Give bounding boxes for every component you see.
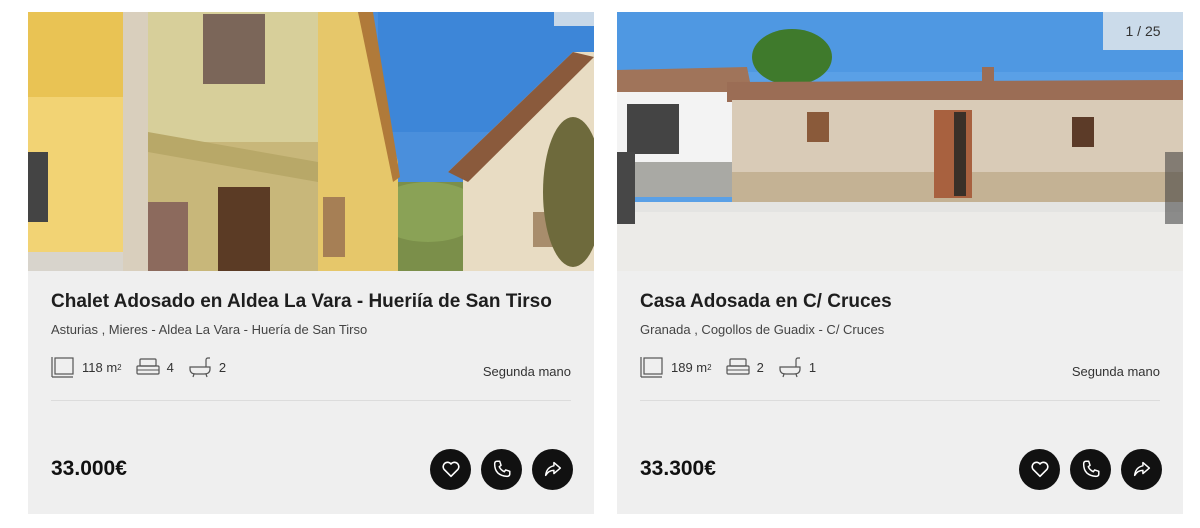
listing-actions	[1009, 448, 1162, 490]
divider	[640, 400, 1160, 401]
favorite-button[interactable]	[1019, 448, 1060, 490]
feature-area: 118 m2	[51, 356, 122, 378]
call-button[interactable]	[481, 448, 522, 490]
listing-photo[interactable]	[28, 12, 594, 271]
listing-condition: Segunda mano	[1071, 363, 1160, 379]
feature-bathrooms: 1	[778, 356, 816, 378]
area-icon	[640, 357, 663, 378]
bedrooms-value: 2	[756, 359, 764, 375]
share-icon	[1133, 461, 1150, 477]
bathrooms-value: 2	[218, 359, 227, 375]
listing-features: 189 m2 2 1 Segunda mano	[640, 354, 1160, 380]
listing-title[interactable]: Chalet Adosado en Aldea La Vara - Huerií…	[51, 291, 571, 313]
heart-icon	[441, 461, 460, 478]
listing-price: 33.000€	[51, 457, 127, 480]
listing-condition: Segunda mano	[482, 363, 571, 379]
photo-counter: 1 / 25	[1103, 12, 1183, 50]
feature-bathrooms: 2	[188, 356, 226, 378]
area-unit: 2	[117, 362, 122, 372]
feature-bedrooms: 2	[725, 356, 764, 378]
share-icon	[544, 461, 561, 477]
bath-icon	[189, 357, 211, 378]
bath-icon	[779, 357, 801, 378]
share-button[interactable]	[532, 448, 573, 490]
house-photo-chalet	[28, 12, 594, 271]
heart-icon	[1030, 461, 1049, 478]
house-photo-casa	[617, 12, 1183, 271]
listing-features: 118 m2 4 2 Segunda mano	[51, 354, 571, 380]
divider	[51, 400, 571, 401]
area-icon	[51, 357, 74, 378]
bed-icon	[136, 358, 160, 375]
listing-title[interactable]: Casa Adosada en C/ Cruces	[640, 291, 1160, 313]
call-button[interactable]	[1070, 448, 1111, 490]
listing-card-2[interactable]: 1 / 25 Casa Adosada en C/ Cruces Granada…	[617, 12, 1183, 514]
phone-icon	[493, 460, 511, 478]
listing-photo[interactable]: 1 / 25	[617, 12, 1183, 271]
listing-price: 33.300€	[640, 457, 716, 480]
listing-card-1[interactable]: Chalet Adosado en Aldea La Vara - Huerií…	[28, 12, 594, 514]
area-unit: 2	[707, 362, 712, 372]
feature-area: 189 m2	[640, 356, 712, 378]
photo-prev-arrow[interactable]	[617, 152, 635, 224]
bedrooms-value: 4	[166, 359, 174, 375]
share-button[interactable]	[1121, 448, 1162, 490]
area-value: 118 m	[82, 359, 118, 375]
phone-icon	[1082, 460, 1100, 478]
photo-next-arrow[interactable]	[1165, 152, 1183, 224]
bathrooms-value: 1	[808, 359, 817, 375]
photo-counter	[554, 12, 594, 26]
bed-icon	[725, 358, 750, 375]
listing-location: Granada , Cogollos de Guadix - C/ Cruces	[640, 322, 885, 337]
area-value: 189 m	[671, 359, 708, 375]
favorite-button[interactable]	[430, 448, 471, 490]
listing-actions	[420, 448, 573, 490]
feature-bedrooms: 4	[136, 356, 174, 378]
listing-location: Asturias , Mieres - Aldea La Vara - Huer…	[51, 322, 368, 337]
